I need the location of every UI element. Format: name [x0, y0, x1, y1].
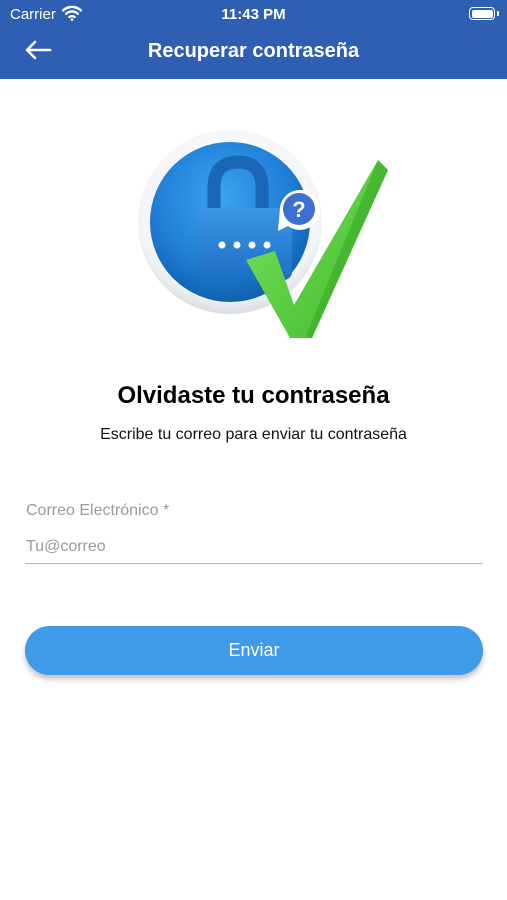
page-subtitle: Escribe tu correo para enviar tu contras…: [100, 426, 407, 443]
status-time: 11:43 PM: [221, 6, 286, 23]
email-field[interactable]: [25, 530, 483, 564]
page-header-title: Recuperar contraseña: [147, 40, 360, 62]
status-bar: Carrier 11:43 PM: [0, 0, 507, 28]
email-field-label: Correo Electrónico *: [26, 502, 170, 519]
battery-icon: [469, 7, 495, 20]
page-title: Olvidaste tu contraseña: [117, 382, 390, 409]
send-button[interactable]: Enviar: [25, 626, 483, 675]
battery-tip: [497, 11, 499, 16]
padlock-password-checkmark-illustration: ?: [130, 120, 400, 350]
nav-bar: Recuperar contraseña: [0, 28, 507, 79]
app-header: Carrier 11:43 PM Recuperar contraseña: [0, 0, 507, 79]
svg-text:?: ?: [292, 197, 305, 222]
